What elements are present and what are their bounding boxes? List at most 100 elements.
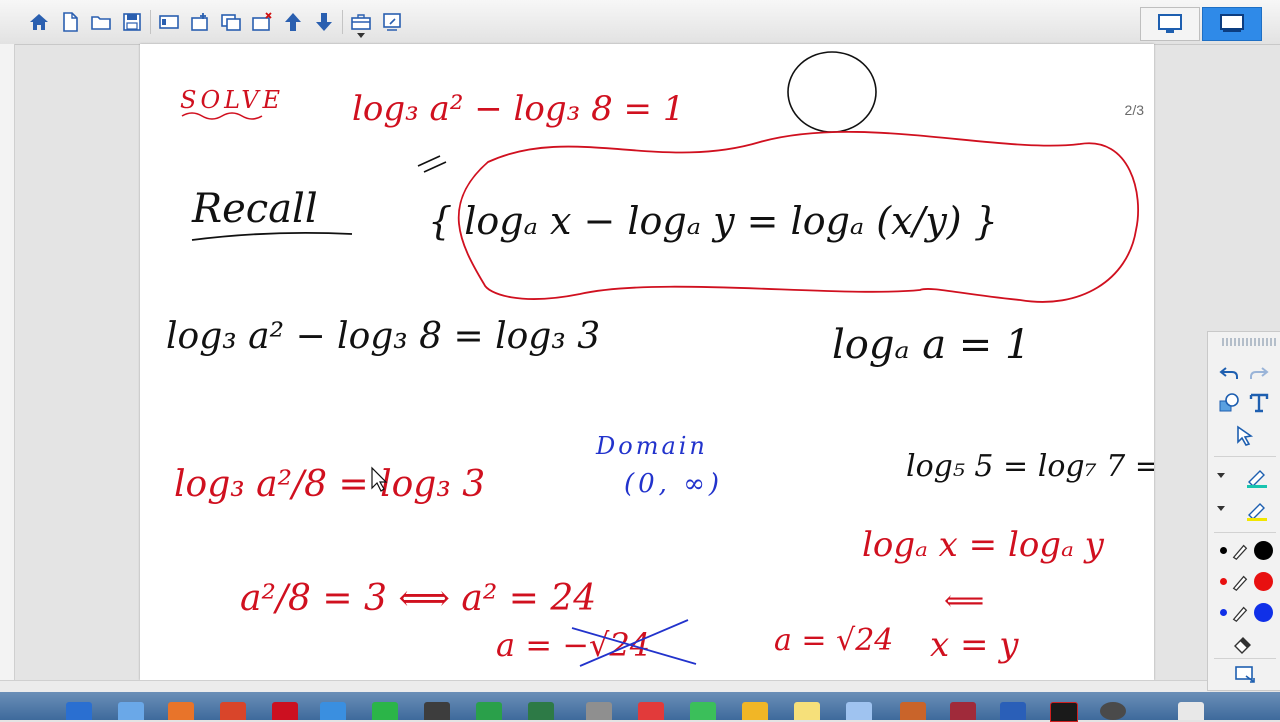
insert-page-button[interactable] xyxy=(187,9,213,35)
pen-red-small[interactable] xyxy=(1220,578,1227,585)
word-icon[interactable] xyxy=(1000,702,1026,720)
equation-line-2: log₃ a² − log₃ 8 = log₃ 3 xyxy=(166,316,600,357)
domain-title: Domain xyxy=(595,432,708,460)
desktop-view-button[interactable] xyxy=(1140,7,1200,41)
monitor-arrow-icon xyxy=(1235,666,1255,683)
equation-line-3: log₃ a²/8 = log₃ 3 xyxy=(174,464,485,505)
preview-icon[interactable] xyxy=(846,702,872,720)
duplicate-page-icon xyxy=(221,14,241,31)
pen-black-button[interactable] xyxy=(1230,538,1250,564)
screen-capture-button[interactable] xyxy=(379,9,405,35)
start-icon[interactable] xyxy=(66,702,92,720)
save-button[interactable] xyxy=(119,9,145,35)
main-toolbar xyxy=(0,0,1280,45)
dictionary-icon[interactable] xyxy=(950,702,976,720)
log-equality-rule: logₐ x = logₐ y xyxy=(862,525,1105,565)
redo-button[interactable] xyxy=(1246,360,1272,386)
firefox-icon[interactable] xyxy=(168,702,194,720)
palette-grip[interactable] xyxy=(1222,338,1276,346)
chevron-down-icon xyxy=(357,33,365,38)
chrome-icon[interactable] xyxy=(220,702,246,720)
previous-page-button[interactable] xyxy=(280,9,306,35)
chevron-down-icon[interactable] xyxy=(1217,473,1225,478)
delete-page-button[interactable] xyxy=(249,9,275,35)
recall-label: Recall xyxy=(191,186,318,232)
whiteboard-page[interactable]: 2/3 SOLVE log₃ a² − log₃ 8 = 1 Recall { … xyxy=(140,44,1154,680)
page-up-icon xyxy=(285,13,301,31)
notes-icon[interactable] xyxy=(794,702,820,720)
duplicate-page-button[interactable] xyxy=(218,9,244,35)
shapes-button[interactable] xyxy=(1216,390,1242,416)
facetime-icon[interactable] xyxy=(690,702,716,720)
toolbar-separator xyxy=(342,10,343,34)
solve-label: SOLVE xyxy=(180,86,284,114)
log-quotient-rule: { logₐ x − logₐ y = logₐ (x/y) } xyxy=(428,199,998,243)
equation-line-4: a²/8 = 3 ⟺ a² = 24 xyxy=(240,578,596,619)
shapes-icon xyxy=(1219,393,1239,412)
toolbar-separator xyxy=(150,10,151,34)
pen-blue-button[interactable] xyxy=(1230,600,1250,626)
log-base-identity: logₐ a = 1 xyxy=(832,322,1030,368)
palette-divider xyxy=(1214,456,1276,457)
highlighter-green-button[interactable] xyxy=(1244,464,1270,490)
whatsapp-icon[interactable] xyxy=(372,702,398,720)
pen-red-large[interactable] xyxy=(1254,572,1273,591)
new-page-icon xyxy=(63,12,78,32)
pen-icon xyxy=(1232,606,1248,623)
select-button[interactable] xyxy=(1232,422,1258,448)
board-view-button[interactable] xyxy=(1202,7,1262,41)
home-button[interactable] xyxy=(26,9,52,35)
toolbox-button[interactable] xyxy=(348,9,374,38)
page-down-icon xyxy=(316,13,332,31)
app-icon[interactable] xyxy=(528,702,554,720)
app-icon[interactable] xyxy=(118,702,144,720)
opera-icon[interactable] xyxy=(272,702,298,720)
palette-divider xyxy=(1214,658,1276,659)
palette-settings-button[interactable] xyxy=(1232,662,1258,688)
home-icon xyxy=(30,14,48,30)
delete-page-icon xyxy=(252,12,272,31)
new-page-button[interactable] xyxy=(57,9,83,35)
pen-blue-small[interactable] xyxy=(1220,609,1227,616)
undo-button[interactable] xyxy=(1216,360,1242,386)
app-icon[interactable] xyxy=(1050,702,1078,722)
palette-divider xyxy=(1214,532,1276,533)
page-sorter-icon xyxy=(159,15,179,29)
page-sorter-button[interactable] xyxy=(156,9,182,35)
pen-blue-large[interactable] xyxy=(1254,603,1273,622)
open-folder-icon xyxy=(91,16,111,30)
open-button[interactable] xyxy=(88,9,114,35)
left-gutter xyxy=(0,44,15,692)
equation-line-1: log₃ a² − log₃ 8 = 1 xyxy=(352,89,684,129)
drive-icon[interactable] xyxy=(476,702,502,720)
pen-black-large[interactable] xyxy=(1254,541,1273,560)
app-icon[interactable] xyxy=(742,702,768,720)
highlighter-yellow-button[interactable] xyxy=(1244,497,1270,523)
domain-value: (0, ∞) xyxy=(624,469,723,499)
highlighter-yellow-icon xyxy=(1247,503,1267,521)
pen-icon xyxy=(1232,575,1248,592)
app-icon[interactable] xyxy=(586,702,612,720)
pen-icon xyxy=(1232,544,1248,561)
app-icon[interactable] xyxy=(424,702,450,720)
pen-black-small[interactable] xyxy=(1220,547,1227,554)
next-page-button[interactable] xyxy=(311,9,337,35)
undo-icon xyxy=(1219,367,1238,379)
positive-root-solution: a = √24 xyxy=(774,623,893,658)
recall-underline xyxy=(191,231,353,241)
app-icon[interactable] xyxy=(1100,702,1126,720)
eraser-button[interactable] xyxy=(1230,631,1256,657)
x-equals-y: x = y xyxy=(930,625,1019,665)
handwriting-layer[interactable]: SOLVE log₃ a² − log₃ 8 = 1 Recall { logₐ… xyxy=(140,44,1154,680)
calendar-icon[interactable] xyxy=(638,702,664,720)
dropbox-icon[interactable] xyxy=(320,702,346,720)
board-view-icon xyxy=(1220,14,1244,32)
app-icon[interactable] xyxy=(900,702,926,720)
insert-page-icon xyxy=(191,13,208,31)
pen-red-button[interactable] xyxy=(1230,569,1250,595)
text-tool-button[interactable] xyxy=(1246,390,1272,416)
chevron-down-icon[interactable] xyxy=(1217,506,1225,511)
tool-palette xyxy=(1207,331,1280,691)
trash-icon[interactable] xyxy=(1178,702,1204,720)
desktop-view-icon xyxy=(1158,14,1182,33)
